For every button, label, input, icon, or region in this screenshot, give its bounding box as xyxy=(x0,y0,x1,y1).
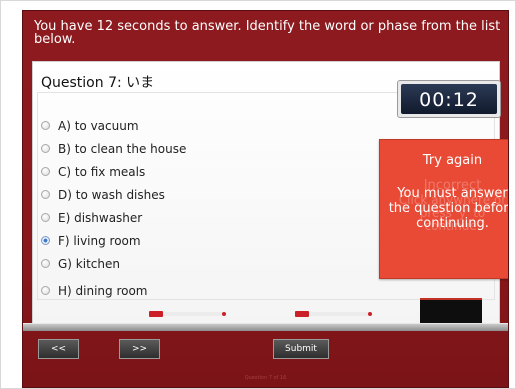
marker-pen xyxy=(295,311,372,317)
next-button[interactable]: >> xyxy=(119,339,160,359)
option-label: D) to wash dishes xyxy=(58,187,165,202)
message-line: the question before xyxy=(388,201,509,216)
eraser xyxy=(420,298,482,324)
radio-button[interactable] xyxy=(41,286,50,295)
message-line: continuing. xyxy=(416,216,489,231)
timer-value: 00:12 xyxy=(401,84,497,114)
option-label: B) to clean the house xyxy=(58,141,187,156)
option-g[interactable]: G) kitchen xyxy=(41,252,186,275)
option-a[interactable]: A) to vacuum xyxy=(41,114,186,137)
progress-text: Question 7 of 16 xyxy=(244,375,287,381)
answer-options: A) to vacuum B) to clean the house C) to… xyxy=(41,114,186,302)
radio-button[interactable] xyxy=(41,190,50,199)
message-line: You must answer xyxy=(397,186,508,201)
question-title: Question 7: いま xyxy=(41,72,154,92)
option-label: F) living room xyxy=(58,233,141,248)
previous-button[interactable]: << xyxy=(38,339,79,359)
slide-frame: You have 12 seconds to answer. Identify … xyxy=(0,0,516,389)
timer-display: 00:12 xyxy=(397,80,501,118)
instructions-text: You have 12 seconds to answer. Identify … xyxy=(34,19,501,47)
option-label: A) to vacuum xyxy=(58,118,139,133)
question-number: Question 7: xyxy=(41,75,122,91)
whiteboard-tray xyxy=(23,323,508,331)
option-label: G) kitchen xyxy=(58,256,120,271)
radio-button[interactable] xyxy=(41,213,50,222)
submit-button[interactable]: Submit xyxy=(273,339,329,359)
radio-button[interactable] xyxy=(41,167,50,176)
option-h[interactable]: H) dining room xyxy=(41,279,186,302)
radio-button[interactable] xyxy=(41,121,50,130)
option-d[interactable]: D) to wash dishes xyxy=(41,183,186,206)
question-prompt: いま xyxy=(126,75,155,91)
feedback-title: Try again xyxy=(422,153,483,168)
option-c[interactable]: C) to fix meals xyxy=(41,160,186,183)
option-label: H) dining room xyxy=(58,283,148,298)
radio-button[interactable] xyxy=(41,144,50,153)
quiz-stage: You have 12 seconds to answer. Identify … xyxy=(22,10,509,388)
marker-pen xyxy=(149,311,226,317)
option-label: E) dishwasher xyxy=(58,210,143,225)
feedback-message: You must answer the question before cont… xyxy=(380,186,509,231)
feedback-popup[interactable]: Try again Incorrect Click anywhere or pr… xyxy=(379,139,509,279)
option-label: C) to fix meals xyxy=(58,164,146,179)
radio-button-selected[interactable] xyxy=(41,236,50,245)
option-e[interactable]: E) dishwasher xyxy=(41,206,186,229)
radio-button[interactable] xyxy=(41,259,50,268)
option-f[interactable]: F) living room xyxy=(41,229,186,252)
option-b[interactable]: B) to clean the house xyxy=(41,137,186,160)
